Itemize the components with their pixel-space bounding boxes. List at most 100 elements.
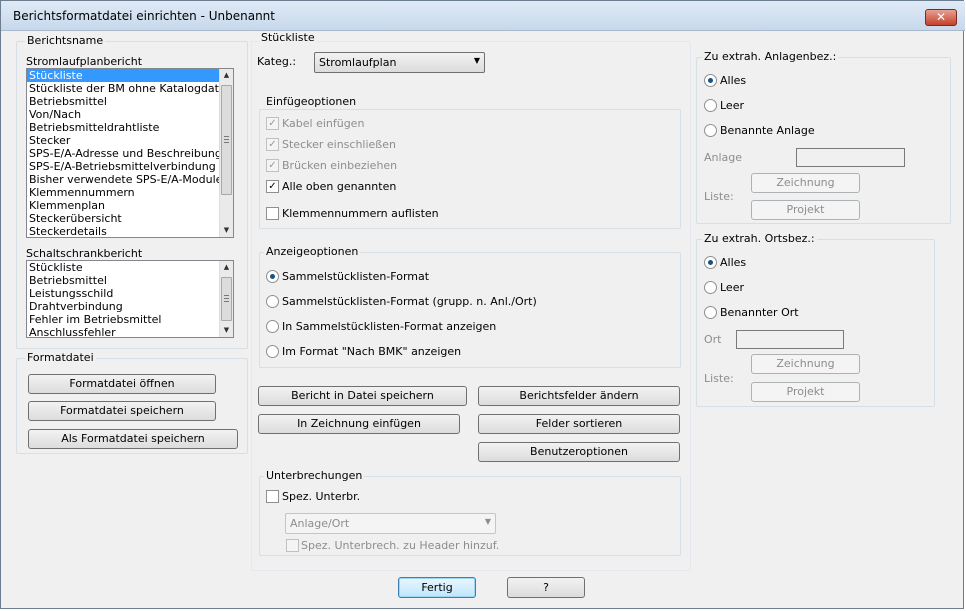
nach-bmk-label: Im Format "Nach BMK" anzeigen — [282, 345, 462, 358]
ort-projekt-button[interactable]: Projekt — [751, 382, 860, 402]
list-item[interactable]: Betriebsmittel — [27, 95, 233, 108]
header-checkbox[interactable] — [286, 539, 299, 552]
stueckliste-label: Stückliste — [259, 31, 317, 44]
list-item[interactable]: Stückliste — [27, 69, 233, 82]
ort-field-label: Ort — [704, 333, 722, 346]
unterbrechungen-label: Unterbrechungen — [264, 469, 365, 482]
ort-zeichnung-button[interactable]: Zeichnung — [751, 354, 860, 374]
list-item[interactable]: Fehler im Betriebsmittel — [27, 313, 233, 326]
anlage-leer-radio[interactable] — [704, 99, 717, 112]
chevron-down-icon: ▼ — [484, 517, 491, 526]
list-item[interactable]: Leistungsschild — [27, 287, 233, 300]
stromlaufplan-scrollbar[interactable]: ▲ ▼ — [219, 69, 233, 237]
chevron-down-icon: ▼ — [473, 56, 480, 65]
anlage-alles-label: Alles — [720, 74, 747, 87]
in-zeichnung-einfuegen-button[interactable]: In Zeichnung einfügen — [258, 414, 460, 434]
list-item[interactable]: Anschlussfehler — [27, 326, 233, 337]
anlage-alles-radio[interactable] — [704, 74, 717, 87]
scroll-up-icon[interactable]: ▲ — [220, 261, 233, 274]
spez-unterbr-label: Spez. Unterbr. — [282, 490, 361, 503]
als-formatdatei-speichern-button[interactable]: Als Formatdatei speichern — [28, 429, 238, 449]
stecker-einschliessen-checkbox[interactable]: ✓ — [266, 138, 279, 151]
header-label: Spez. Unterbrech. zu Header hinzuf. — [301, 539, 500, 552]
scroll-thumb[interactable] — [221, 85, 232, 195]
list-item[interactable]: Stückliste — [27, 261, 233, 274]
sammel-anzeigen-label: In Sammelstücklisten-Format anzeigen — [282, 320, 497, 333]
checkmark-icon: ✓ — [268, 160, 277, 171]
sammelstueckliste-grupp-radio[interactable] — [266, 295, 279, 308]
list-item[interactable]: Von/Nach — [27, 108, 233, 121]
list-item[interactable]: Stecker — [27, 134, 233, 147]
list-item[interactable]: SPS-E/A-Betriebsmittelverbindung — [27, 160, 233, 173]
ort-alles-radio[interactable] — [704, 256, 717, 269]
sammelstueckliste-label: Sammelstücklisten-Format — [282, 270, 430, 283]
fertig-button[interactable]: Fertig — [398, 577, 476, 598]
stromlaufplan-listbox[interactable]: Stückliste Stückliste der BM ohne Katalog… — [26, 68, 234, 238]
title-bar[interactable]: Berichtsformatdatei einrichten - Unbenan… — [1, 1, 965, 31]
kategorie-label: Kateg.: — [257, 55, 297, 68]
sammel-anzeigen-radio[interactable] — [266, 320, 279, 333]
anlagenbez-label: Zu extrah. Anlagenbez.: — [702, 50, 839, 63]
list-item[interactable]: Klemmennummern — [27, 186, 233, 199]
benannter-ort-radio[interactable] — [704, 306, 717, 319]
scroll-down-icon[interactable]: ▼ — [220, 324, 233, 337]
schaltschrank-scrollbar[interactable]: ▲ ▼ — [219, 261, 233, 337]
dialog-window: Berichtsformatdatei einrichten - Unbenan… — [0, 0, 965, 609]
ort-alles-label: Alles — [720, 256, 747, 269]
list-item[interactable]: Betriebsmitteldrahtliste — [27, 121, 233, 134]
list-item[interactable]: Stückliste der BM ohne Katalogdaten — [27, 82, 233, 95]
berichtsfelder-aendern-button[interactable]: Berichtsfelder ändern — [478, 386, 680, 406]
kategorie-dropdown[interactable]: Stromlaufplan ▼ — [314, 52, 485, 73]
sammelstueckliste-radio[interactable] — [266, 270, 279, 283]
ort-input[interactable] — [736, 330, 844, 349]
anlage-projekt-button[interactable]: Projekt — [751, 200, 860, 220]
anlage-input[interactable] — [796, 148, 905, 167]
list-item[interactable]: Betriebsmittel — [27, 274, 233, 287]
kategorie-value: Stromlaufplan — [319, 56, 397, 69]
schaltschrank-listbox[interactable]: Stückliste Betriebsmittel Leistungsschild D… — [26, 260, 234, 338]
anlage-leer-label: Leer — [720, 99, 744, 112]
list-item[interactable]: Steckerübersicht — [27, 212, 233, 225]
ort-leer-radio[interactable] — [704, 281, 717, 294]
einfuegeoptionen-label: Einfügeoptionen — [264, 95, 359, 108]
benannte-anlage-label: Benannte Anlage — [720, 124, 815, 137]
bericht-speichern-button[interactable]: Bericht in Datei speichern — [258, 386, 467, 406]
formatdatei-speichern-button[interactable]: Formatdatei speichern — [28, 401, 216, 421]
list-item[interactable]: Bisher verwendete SPS-E/A-Module — [27, 173, 233, 186]
anlage-zeichnung-button[interactable]: Zeichnung — [751, 173, 860, 193]
benannter-ort-label: Benannter Ort — [720, 306, 799, 319]
nach-bmk-radio[interactable] — [266, 345, 279, 358]
klemmennummern-checkbox[interactable] — [266, 207, 279, 220]
unterbrechung-value: Anlage/Ort — [290, 517, 350, 530]
unterbrechung-dropdown[interactable]: Anlage/Ort ▼ — [285, 513, 496, 534]
berichtsname-label: Berichtsname — [25, 34, 106, 47]
checkmark-icon: ✓ — [268, 118, 277, 129]
alle-oben-genannten-checkbox[interactable]: ✓ — [266, 180, 279, 193]
formatdatei-oeffnen-button[interactable]: Formatdatei öffnen — [28, 374, 216, 394]
list-item[interactable]: Steckerdetails — [27, 225, 233, 237]
close-button[interactable]: ✕ — [925, 9, 957, 26]
scroll-down-icon[interactable]: ▼ — [220, 224, 233, 237]
dialog-client: Berichtsname Stromlaufplanbericht Stückl… — [7, 31, 959, 605]
stecker-einschliessen-label: Stecker einschließen — [282, 138, 396, 151]
checkmark-icon: ✓ — [268, 139, 277, 150]
klemmennummern-label: Klemmennummern auflisten — [282, 207, 439, 220]
list-item[interactable]: Drahtverbindung — [27, 300, 233, 313]
list-item[interactable]: SPS-E/A-Adresse und Beschreibungen — [27, 147, 233, 160]
sammelstueckliste-grupp-label: Sammelstücklisten-Format (grupp. n. Anl.… — [282, 295, 537, 308]
window-title: Berichtsformatdatei einrichten - Unbenan… — [13, 9, 275, 23]
ort-liste-label: Liste: — [704, 372, 734, 385]
formatdatei-label: Formatdatei — [25, 351, 96, 364]
scroll-up-icon[interactable]: ▲ — [220, 69, 233, 82]
benutzeroptionen-button[interactable]: Benutzeroptionen — [478, 442, 680, 462]
stromlaufplan-label: Stromlaufplanbericht — [26, 55, 143, 68]
felder-sortieren-button[interactable]: Felder sortieren — [478, 414, 680, 434]
kabel-einfuegen-checkbox[interactable]: ✓ — [266, 117, 279, 130]
help-button[interactable]: ? — [507, 577, 585, 598]
bruecken-einbeziehen-checkbox[interactable]: ✓ — [266, 159, 279, 172]
list-item[interactable]: Klemmenplan — [27, 199, 233, 212]
benannte-anlage-radio[interactable] — [704, 124, 717, 137]
checkmark-icon: ✓ — [268, 181, 277, 192]
spez-unterbr-checkbox[interactable] — [266, 490, 279, 503]
scroll-thumb[interactable] — [221, 277, 232, 321]
